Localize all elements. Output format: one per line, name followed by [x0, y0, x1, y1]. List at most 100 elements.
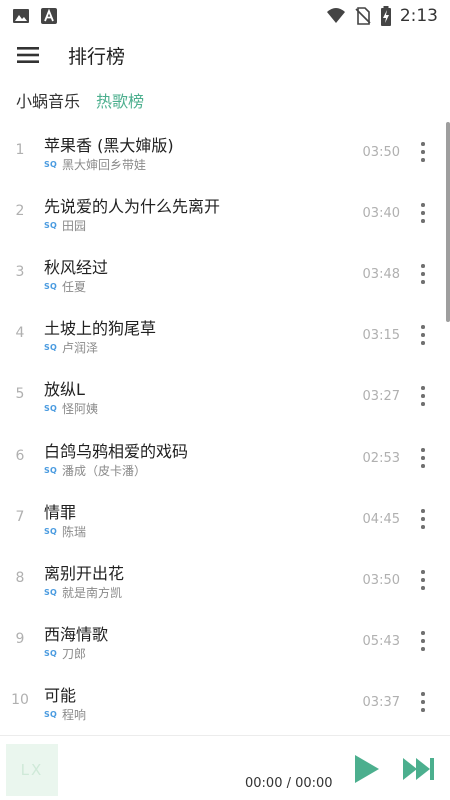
song-title: 先说爱的人为什么先离开: [44, 197, 221, 216]
sq-badge: SQ: [44, 343, 57, 352]
album-cover[interactable]: LX: [6, 744, 58, 796]
song-row[interactable]: 8 离别开出花 SQ 就是南方凯 03:50: [0, 550, 446, 611]
song-meta: SQ 刀郎: [44, 645, 86, 662]
sq-badge: SQ: [44, 282, 57, 291]
song-row[interactable]: 10 可能 SQ 程响 03:37: [0, 672, 446, 733]
song-title: 西海情歌: [44, 625, 109, 644]
wifi-icon: [326, 8, 345, 23]
more-vert-icon[interactable]: [416, 507, 430, 531]
song-index: 1: [15, 142, 25, 158]
app-bar: 排行榜: [0, 32, 450, 78]
status-right: 2:13: [326, 6, 438, 26]
song-meta: SQ 黑大婶回乡带娃: [44, 156, 146, 173]
song-row[interactable]: 6 白鸽乌鸦相爱的戏码 SQ 潘成（皮卡潘） 02:53: [0, 428, 446, 489]
song-meta: SQ 卢润泽: [44, 339, 98, 356]
song-artist: 怪阿姨: [61, 402, 98, 416]
song-duration: 03:40: [362, 206, 400, 221]
song-duration: 03:48: [362, 267, 400, 282]
song-index: 8: [15, 570, 25, 586]
more-vert-icon[interactable]: [416, 446, 430, 470]
song-duration: 02:53: [362, 451, 400, 466]
song-artist: 任夏: [61, 280, 86, 294]
song-artist: 程响: [61, 708, 86, 722]
song-index: 9: [15, 631, 25, 647]
player-bar: LX 00:00 / 00:00: [0, 735, 450, 800]
song-row[interactable]: 5 放纵L SQ 怪阿姨 03:27: [0, 366, 446, 427]
song-meta: SQ 任夏: [44, 278, 86, 295]
song-duration: 03:27: [362, 389, 400, 404]
sq-badge: SQ: [44, 588, 57, 597]
song-title: 白鸽乌鸦相爱的戏码: [44, 442, 189, 461]
song-index: 4: [15, 325, 25, 341]
song-index: 3: [15, 264, 25, 280]
menu-icon[interactable]: [0, 32, 56, 78]
more-vert-icon[interactable]: [416, 323, 430, 347]
sq-badge: SQ: [44, 160, 57, 169]
song-meta: SQ 程响: [44, 706, 86, 723]
source-tabs: 小蜗音乐 热歌榜: [0, 80, 450, 120]
scrollbar-thumb[interactable]: [446, 122, 450, 322]
song-duration: 03:15: [362, 328, 400, 343]
song-index: 6: [15, 448, 25, 464]
song-duration: 03:50: [362, 145, 400, 160]
app-a-icon: [41, 8, 57, 24]
song-row[interactable]: 9 西海情歌 SQ 刀郎 05:43: [0, 611, 446, 672]
song-meta: SQ 田园: [44, 217, 86, 234]
status-time: 2:13: [399, 6, 438, 26]
status-left: [12, 7, 58, 25]
skip-next-icon[interactable]: [402, 756, 436, 782]
playback-time: 00:00 / 00:00: [245, 776, 333, 791]
image-icon: [13, 9, 29, 23]
song-artist: 陈瑞: [61, 525, 86, 539]
more-vert-icon[interactable]: [416, 384, 430, 408]
status-bar: 2:13: [0, 0, 450, 32]
more-vert-icon[interactable]: [416, 140, 430, 164]
song-list[interactable]: 1 苹果香 (黑大婶版) SQ 黑大婶回乡带娃 03:50 2 先说爱的人为什么先…: [0, 122, 450, 734]
sq-badge: SQ: [44, 710, 57, 719]
song-artist: 卢润泽: [61, 341, 98, 355]
song-title: 情罪: [44, 503, 77, 522]
song-row[interactable]: 7 情罪 SQ 陈瑞 04:45: [0, 489, 446, 550]
play-icon[interactable]: [350, 753, 382, 785]
song-title: 离别开出花: [44, 564, 125, 583]
song-duration: 04:45: [362, 512, 400, 527]
song-row[interactable]: 1 苹果香 (黑大婶版) SQ 黑大婶回乡带娃 03:50: [0, 122, 446, 183]
sq-badge: SQ: [44, 404, 57, 413]
song-row[interactable]: 2 先说爱的人为什么先离开 SQ 田园 03:40: [0, 183, 446, 244]
battery-charging-icon: [380, 6, 391, 26]
song-index: 5: [15, 386, 25, 402]
page-title: 排行榜: [68, 45, 126, 68]
sq-badge: SQ: [44, 221, 57, 230]
song-artist: 刀郎: [61, 647, 86, 661]
song-meta: SQ 陈瑞: [44, 523, 86, 540]
song-duration: 03:37: [362, 695, 400, 710]
song-row[interactable]: 3 秋风经过 SQ 任夏 03:48: [0, 244, 446, 305]
song-meta: SQ 怪阿姨: [44, 400, 98, 417]
sq-badge: SQ: [44, 649, 57, 658]
song-duration: 05:43: [362, 634, 400, 649]
song-index: 2: [15, 203, 25, 219]
more-vert-icon[interactable]: [416, 262, 430, 286]
tab-hot-list[interactable]: 热歌榜: [96, 88, 144, 112]
tab-source[interactable]: 小蜗音乐: [16, 88, 80, 112]
song-index: 10: [11, 692, 29, 708]
song-meta: SQ 就是南方凯: [44, 584, 122, 601]
more-vert-icon[interactable]: [416, 629, 430, 653]
song-title: 可能: [44, 686, 77, 705]
song-index: 7: [15, 509, 25, 525]
no-sim-icon: [355, 7, 371, 25]
more-vert-icon[interactable]: [416, 201, 430, 225]
song-artist: 黑大婶回乡带娃: [61, 158, 146, 172]
sq-badge: SQ: [44, 527, 57, 536]
song-title: 秋风经过: [44, 258, 109, 277]
song-row[interactable]: 4 土坡上的狗尾草 SQ 卢润泽 03:15: [0, 305, 446, 366]
song-duration: 03:50: [362, 573, 400, 588]
more-vert-icon[interactable]: [416, 568, 430, 592]
more-vert-icon[interactable]: [416, 690, 430, 714]
song-title: 苹果香 (黑大婶版): [44, 136, 174, 155]
sq-badge: SQ: [44, 466, 57, 475]
song-artist: 田园: [61, 219, 86, 233]
song-artist: 就是南方凯: [61, 586, 122, 600]
song-meta: SQ 潘成（皮卡潘）: [44, 462, 146, 479]
song-title: 放纵L: [44, 380, 85, 399]
